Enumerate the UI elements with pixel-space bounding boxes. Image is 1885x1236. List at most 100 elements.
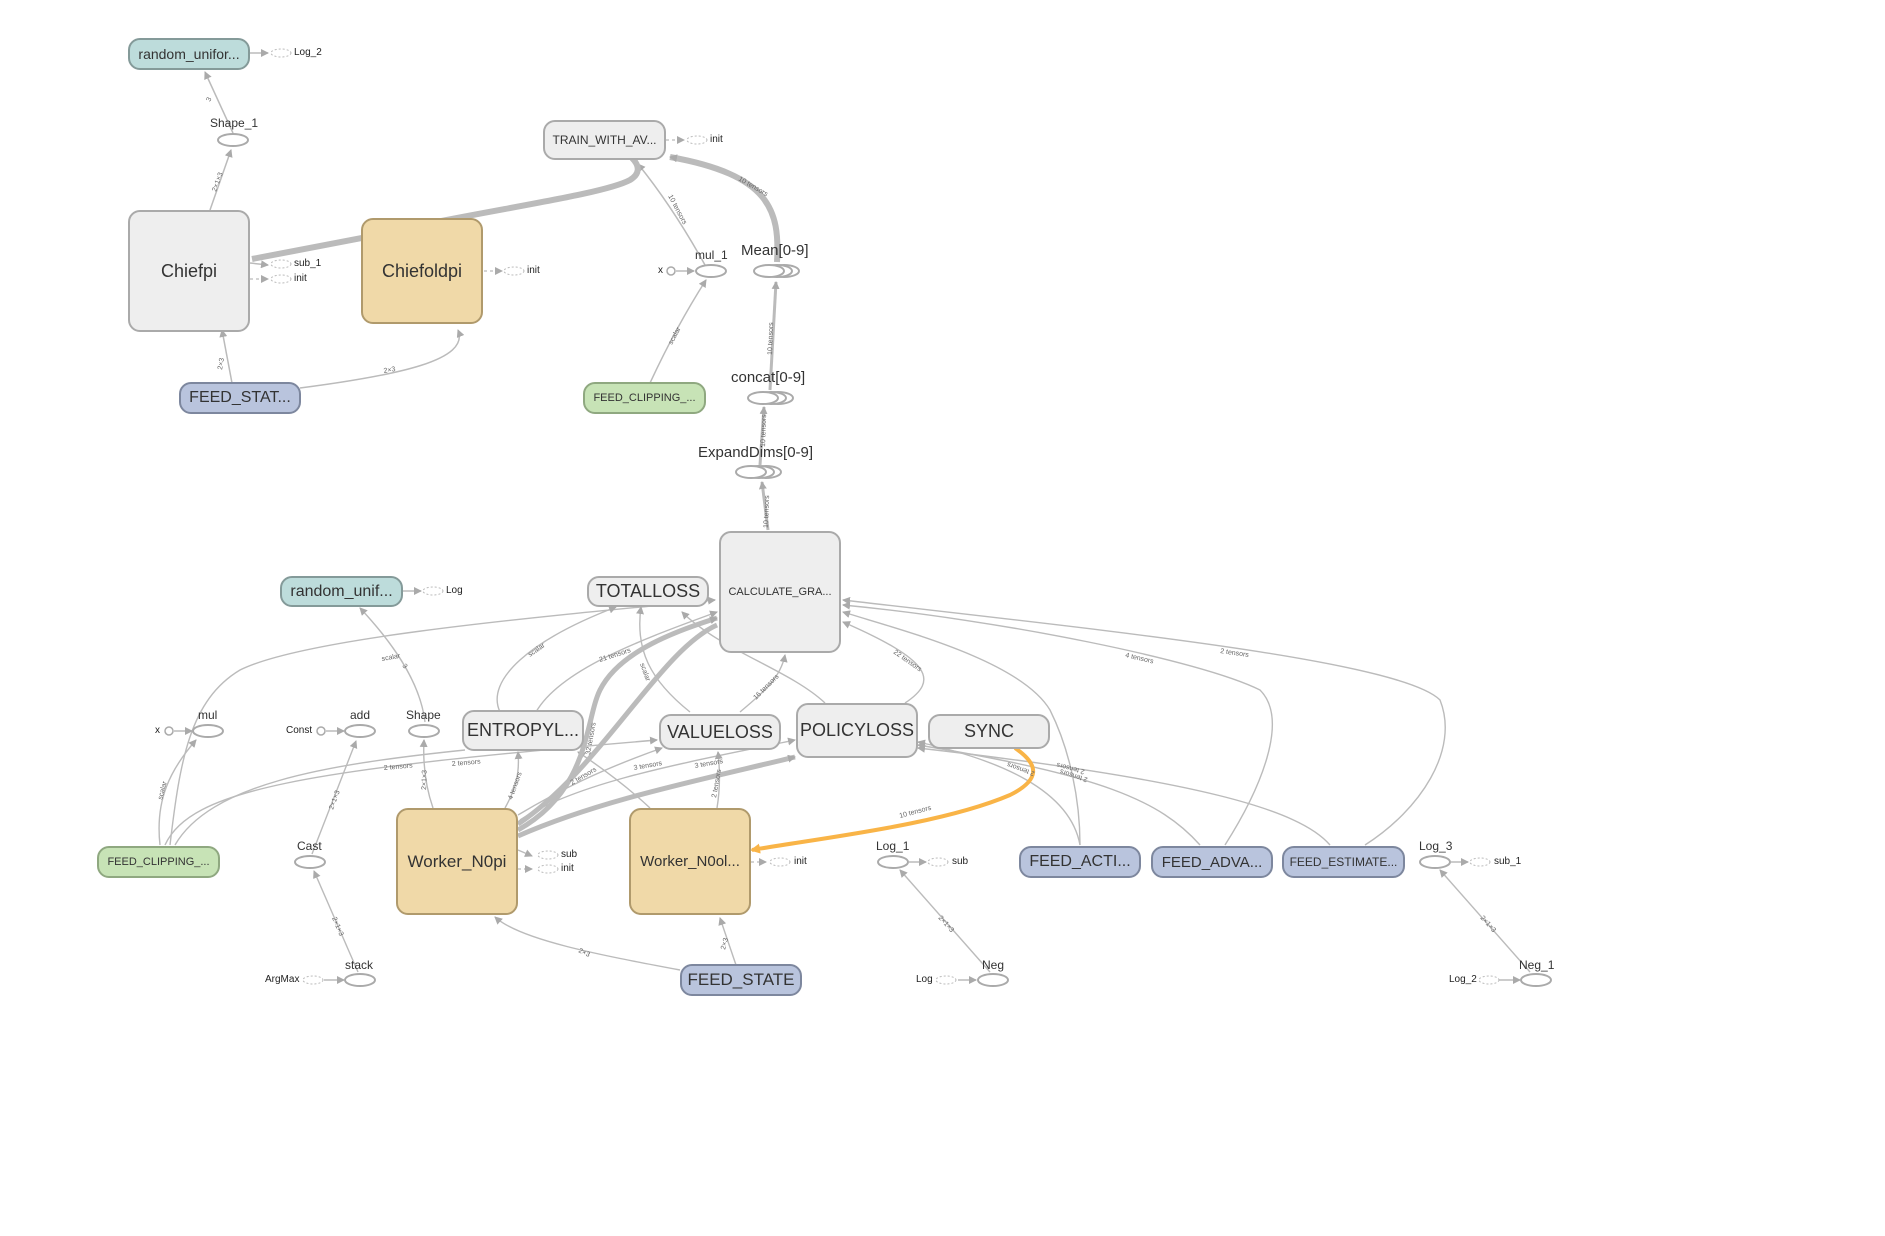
edge-label: scalar	[157, 780, 169, 800]
edge-label: 3	[205, 96, 213, 103]
aux-init-chief[interactable]	[270, 274, 292, 284]
op-label-expanddims: ExpandDims[0-9]	[698, 444, 814, 461]
aux-log-neg[interactable]	[935, 975, 957, 985]
edge-label: 10 tensors	[767, 322, 775, 355]
op-neg-1[interactable]	[1520, 973, 1552, 987]
node-sync[interactable]: SYNC	[928, 714, 1050, 749]
node-label: FEED_ADVA...	[1161, 853, 1263, 871]
edge-label: 2 tensors	[711, 768, 723, 798]
node-feed-state-top[interactable]: FEED_STAT...	[179, 382, 301, 414]
const-x-mul[interactable]	[164, 726, 174, 736]
edge-label: 2×1×3	[937, 915, 956, 935]
op-label-mul: mul	[198, 708, 218, 722]
node-totalloss[interactable]: TOTALLOSS	[587, 576, 709, 607]
op-label-mul-1: mul_1	[695, 248, 728, 262]
node-label: FEED_CLIPPING_...	[107, 856, 210, 868]
node-chiefpi[interactable]: Chiefpi	[128, 210, 250, 332]
node-feed-acti[interactable]: FEED_ACTI...	[1019, 846, 1141, 878]
op-log-1[interactable]	[877, 855, 909, 869]
edge-label: 2×1×3	[211, 172, 224, 193]
op-label-shape-1: Shape_1	[210, 116, 259, 130]
edge-label: 10 tensors	[760, 414, 768, 447]
edge-label: 4 tensors	[507, 771, 524, 801]
op-stack[interactable]	[344, 973, 376, 987]
node-entropyl[interactable]: ENTROPYL...	[462, 710, 584, 751]
op-shape[interactable]	[408, 724, 440, 738]
op-shape-1[interactable]	[217, 133, 249, 147]
aux-label-init-worker-ol: init	[794, 856, 807, 867]
op-mul[interactable]	[192, 724, 224, 738]
edge-label: 2×1×3	[330, 916, 344, 937]
node-label: FEED_CLIPPING_...	[593, 392, 696, 404]
aux-init-train[interactable]	[686, 135, 708, 145]
edge-label: 2×3	[720, 937, 730, 950]
aux-sub-worker[interactable]	[537, 850, 559, 860]
node-train-with-av[interactable]: TRAIN_WITH_AV...	[543, 120, 666, 160]
node-label: Worker_N0ol...	[640, 853, 740, 870]
node-valueloss[interactable]: VALUELOSS	[659, 714, 781, 750]
node-worker-n0ol[interactable]: Worker_N0ol...	[629, 808, 751, 915]
op-cast[interactable]	[294, 855, 326, 869]
edge-chief-sub1	[249, 260, 269, 269]
node-feed-state-bottom[interactable]: FEED_STATE	[680, 964, 802, 996]
op-concat[interactable]	[747, 391, 779, 405]
aux-log-2-top[interactable]	[270, 48, 292, 58]
op-label-concat: concat[0-9]	[731, 369, 806, 386]
node-label: Chiefoldpi	[381, 260, 463, 281]
aux-argmax[interactable]	[302, 975, 324, 985]
aux-init-worker-ol[interactable]	[769, 857, 791, 867]
node-worker-n0pi[interactable]: Worker_N0pi	[396, 808, 518, 915]
node-feed-estimate[interactable]: FEED_ESTIMATE...	[1282, 846, 1405, 878]
const-x-mul-1[interactable]	[666, 266, 676, 276]
aux-sub-1-log3[interactable]	[1469, 857, 1491, 867]
aux-label-log-2-top: Log_2	[294, 47, 322, 58]
aux-label-init-train: init	[710, 134, 723, 145]
node-label: VALUELOSS	[667, 721, 773, 742]
graph-canvas[interactable]: 3 2×1×3 2×3 2×3 10 tensors 10 tensors sc…	[0, 0, 1885, 1236]
node-label: random_unif...	[290, 582, 393, 600]
edge-label: scalar	[381, 653, 401, 663]
const-const-add[interactable]	[316, 726, 326, 736]
aux-label-x-mul: x	[155, 725, 160, 736]
aux-sub-log1[interactable]	[927, 857, 949, 867]
edge-shape-random	[359, 607, 426, 723]
op-label-cast: Cast	[297, 839, 322, 853]
edge-feedstate-worker	[494, 916, 681, 971]
op-neg[interactable]	[977, 973, 1009, 987]
node-policyloss[interactable]: POLICYLOSS	[796, 703, 918, 758]
aux-log-bottom[interactable]	[422, 586, 444, 596]
edge-label: 16 tensors	[752, 673, 780, 701]
op-expanddims[interactable]	[735, 465, 767, 479]
aux-label-log-2-neg1: Log_2	[1449, 974, 1477, 985]
edge-label: 2×1×3	[1479, 915, 1498, 935]
aux-label-sub-log1: sub	[952, 856, 969, 867]
edge-label: 2 tensors	[384, 762, 414, 772]
op-label-neg: Neg	[982, 958, 1005, 972]
node-label: CALCULATE_GRA...	[728, 586, 832, 598]
node-chiefoldpi[interactable]: Chiefoldpi	[361, 218, 483, 324]
aux-label-log-neg: Log	[916, 974, 933, 985]
aux-log-2-neg1[interactable]	[1478, 975, 1500, 985]
aux-init-chiefold[interactable]	[503, 266, 525, 276]
op-label-log-3: Log_3	[1419, 839, 1453, 853]
aux-label-init-worker: init	[561, 863, 574, 874]
op-mean[interactable]	[753, 264, 785, 278]
op-log-3[interactable]	[1419, 855, 1451, 869]
node-label: Chiefpi	[160, 260, 218, 281]
node-feed-clipping-bottom[interactable]: FEED_CLIPPING_...	[97, 846, 220, 878]
node-random-uniform-top[interactable]: random_unifor...	[128, 38, 250, 70]
edge-label: 22 tensors	[892, 649, 923, 674]
node-feed-adva[interactable]: FEED_ADVA...	[1151, 846, 1273, 878]
edge-label: scalar	[527, 642, 547, 659]
edge-label: 2×3	[577, 947, 591, 958]
op-add[interactable]	[344, 724, 376, 738]
node-calculate-gra[interactable]: CALCULATE_GRA...	[719, 531, 841, 653]
aux-sub-1-chief[interactable]	[270, 259, 292, 269]
aux-label-argmax: ArgMax	[265, 974, 300, 985]
aux-label-sub-1-log3: sub_1	[1494, 856, 1522, 867]
node-random-unif-bottom[interactable]: random_unif...	[280, 576, 403, 607]
node-feed-clipping-top[interactable]: FEED_CLIPPING_...	[583, 382, 706, 414]
aux-init-worker[interactable]	[537, 864, 559, 874]
op-mul-1[interactable]	[695, 264, 727, 278]
op-label-shape: Shape	[406, 708, 441, 722]
